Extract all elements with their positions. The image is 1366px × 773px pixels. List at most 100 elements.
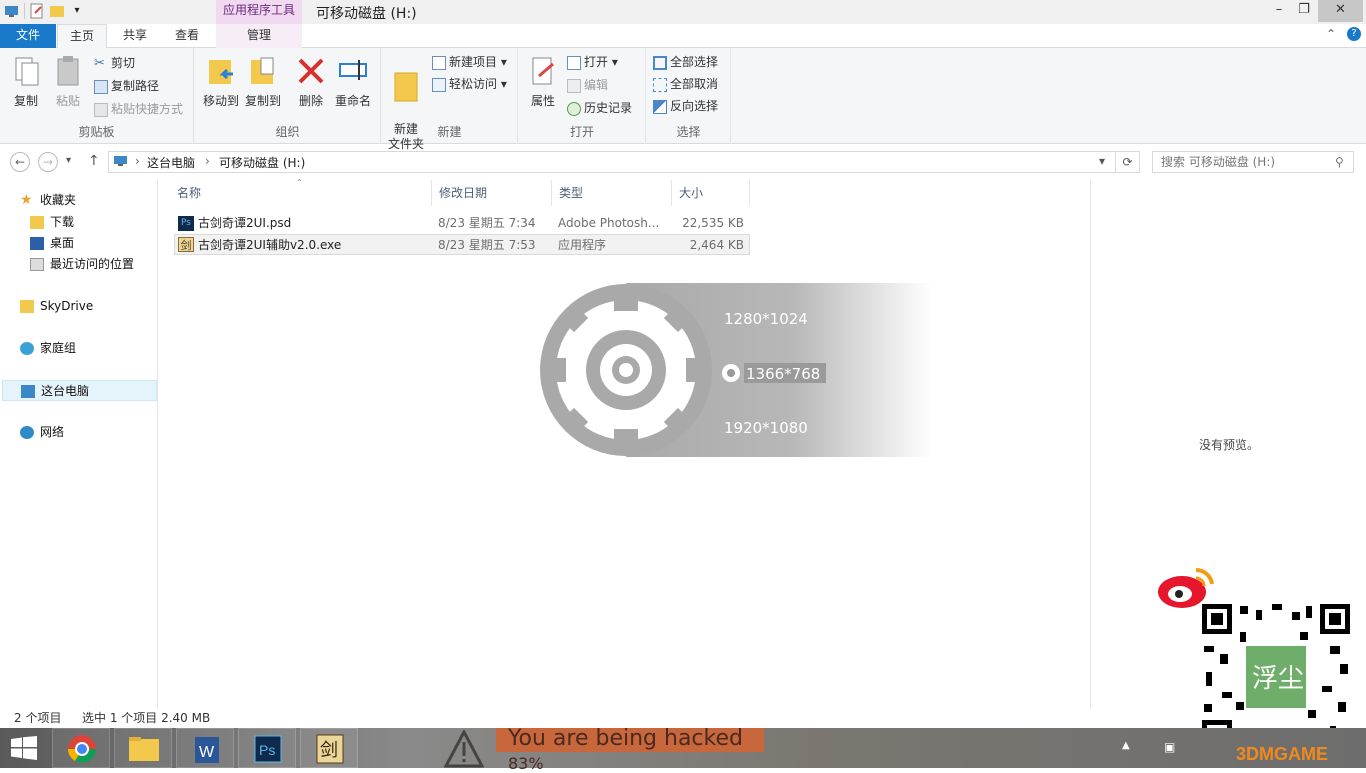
tab-share[interactable]: 共享 [112,24,158,48]
select-group: 全部选择 全部取消 反向选择 选择 [647,48,731,144]
select-all-button[interactable]: 全部选择 [653,52,718,72]
paste-button[interactable]: 粘贴 [46,54,90,109]
nav-favorites[interactable]: ★ 收藏夹 [20,190,76,211]
close-button[interactable]: ✕ [1318,0,1363,22]
paste-label: 粘贴 [55,94,80,108]
forward-button[interactable]: → [38,152,58,172]
file-date: 8/23 星期五 7:34 [438,216,536,230]
properties-icon[interactable] [29,3,45,19]
new-item-label: 新建项目 [449,55,498,69]
clipboard-group: 复制 粘贴 ✂ 剪切 复制路径 粘贴快捷方式 剪贴板 [0,48,194,144]
refresh-icon: ⟳ [1122,155,1133,169]
address-bar[interactable]: › 这台电脑 › 可移动磁盘 (H:) ▾ [108,151,1116,173]
invert-selection-button[interactable]: 反向选择 [653,96,718,116]
taskbar-file-explorer[interactable] [114,728,172,768]
address-bar-row: ← → ▾ ↑ › 这台电脑 › 可移动磁盘 (H:) ▾ ⟳ 搜索 可移动磁盘… [0,148,1366,178]
file-row[interactable]: Ps 古剑奇谭2UI.psd 8/23 星期五 7:34 Adobe Photo… [174,213,750,234]
column-header-size[interactable]: 大小 [672,180,750,206]
breadcrumb-drive[interactable]: 可移动磁盘 (H:) [219,154,305,171]
refresh-button[interactable]: ⟳ [1116,151,1140,173]
nav-homegroup[interactable]: 家庭组 [20,338,76,359]
delete-button[interactable]: 删除 [289,54,333,109]
word-icon: W [195,737,219,763]
taskbar-word[interactable]: W [176,728,234,768]
divider [24,3,25,19]
easy-access-button[interactable]: 轻松访问 ▾ [432,74,507,94]
gujian-app-icon: 剑 [316,734,344,764]
windows-start-icon[interactable] [10,736,38,760]
column-header-name[interactable]: 名称 [170,180,432,206]
resolution-option-1366[interactable]: 1366*768 [746,365,820,383]
easy-access-label: 轻松访问 [449,77,498,91]
copy-label: 复制 [13,94,38,108]
column-header-date[interactable]: 修改日期 [432,180,552,206]
history-label: 历史记录 [584,101,633,115]
nav-network[interactable]: 网络 [20,422,64,443]
nav-skydrive[interactable]: SkyDrive [20,296,93,317]
file-type: 应用程序 [558,238,607,252]
resolution-option-1280[interactable]: 1280*1024 [724,310,808,328]
column-header-type[interactable]: 类型 [552,180,672,206]
file-row[interactable]: 剑 古剑奇谭2UI辅助v2.0.exe 8/23 星期五 7:53 应用程序 2… [174,234,750,255]
recent-locations-chevron-icon[interactable]: ▾ [66,155,71,166]
collapse-ribbon-icon[interactable]: ⌃ [1326,27,1336,41]
tab-file[interactable]: 文件 [0,24,56,48]
nav-desktop[interactable]: 桌面 [30,233,74,254]
select-none-icon [653,77,667,92]
copy-button[interactable]: 复制 [4,54,48,109]
breadcrumb-this-pc[interactable]: 这台电脑 [147,154,195,171]
new-item-icon [432,55,446,70]
history-icon [567,101,581,116]
select-none-button[interactable]: 全部取消 [653,74,718,94]
tray-expand-icon[interactable]: ▲ [1122,740,1130,751]
organize-group-label: 组织 [275,125,300,139]
star-icon: ★ [20,192,33,208]
chevron-down-icon[interactable]: ▾ [69,3,85,19]
select-all-icon [653,55,667,70]
new-item-button[interactable]: 新建项目 ▾ [432,52,507,72]
nav-homegroup-label: 家庭组 [40,341,77,355]
nav-desktop-label: 桌面 [50,236,75,250]
invert-selection-label: 反向选择 [670,99,719,113]
computer-icon[interactable] [4,3,20,19]
maximize-button[interactable]: ❐ [1289,0,1319,22]
back-button[interactable]: ← [10,152,30,172]
new-folder-icon[interactable] [49,3,65,19]
file-date: 8/23 星期五 7:53 [438,238,536,252]
select-all-label: 全部选择 [670,55,719,69]
file-name: 古剑奇谭2UI.psd [198,216,292,230]
history-button[interactable]: 历史记录 [567,98,632,118]
open-group-label: 打开 [569,125,594,139]
nav-this-pc-label: 这台电脑 [41,384,90,398]
rename-button[interactable]: 重命名 [331,54,375,109]
chrome-icon [68,735,96,763]
search-input[interactable]: 搜索 可移动磁盘 (H:) ⚲ [1152,151,1354,173]
tray-network-icon[interactable]: ▣ [1164,740,1175,754]
new-group-label: 新建 [437,125,462,139]
copy-path-button[interactable]: 复制路径 [94,76,159,96]
new-folder-icon [390,69,422,103]
help-icon[interactable]: ? [1347,27,1361,41]
tab-view[interactable]: 查看 [164,24,210,48]
folder-icon [129,737,159,761]
nav-this-pc[interactable]: 这台电脑 [2,380,157,401]
resolution-option-1920[interactable]: 1920*1080 [724,419,808,437]
nav-recent[interactable]: 最近访问的位置 [30,254,134,275]
copy-to-button[interactable]: 复制到 [241,54,285,109]
scissors-icon: ✂ [94,55,105,71]
cut-button[interactable]: ✂ 剪切 [94,53,135,73]
open-button[interactable]: 打开 ▾ [567,52,618,72]
properties-button[interactable]: 属性 [521,54,565,109]
up-arrow-icon[interactable]: ↑ [88,153,100,169]
nav-downloads[interactable]: 下载 [30,212,74,233]
chevron-down-icon[interactable]: ▾ [1099,154,1105,168]
photoshop-file-icon: Ps [178,216,194,231]
tab-manage[interactable]: 管理 [216,24,302,48]
paste-shortcut-button[interactable]: 粘贴快捷方式 [94,99,183,119]
move-to-button[interactable]: 移动到 [199,54,243,109]
taskbar-chrome[interactable] [52,728,110,768]
tab-home[interactable]: 主页 [57,24,107,49]
taskbar-gujian-app[interactable]: 剑 [300,728,358,768]
edit-button[interactable]: 编辑 [567,75,608,95]
taskbar-photoshop[interactable]: Ps [238,728,296,768]
